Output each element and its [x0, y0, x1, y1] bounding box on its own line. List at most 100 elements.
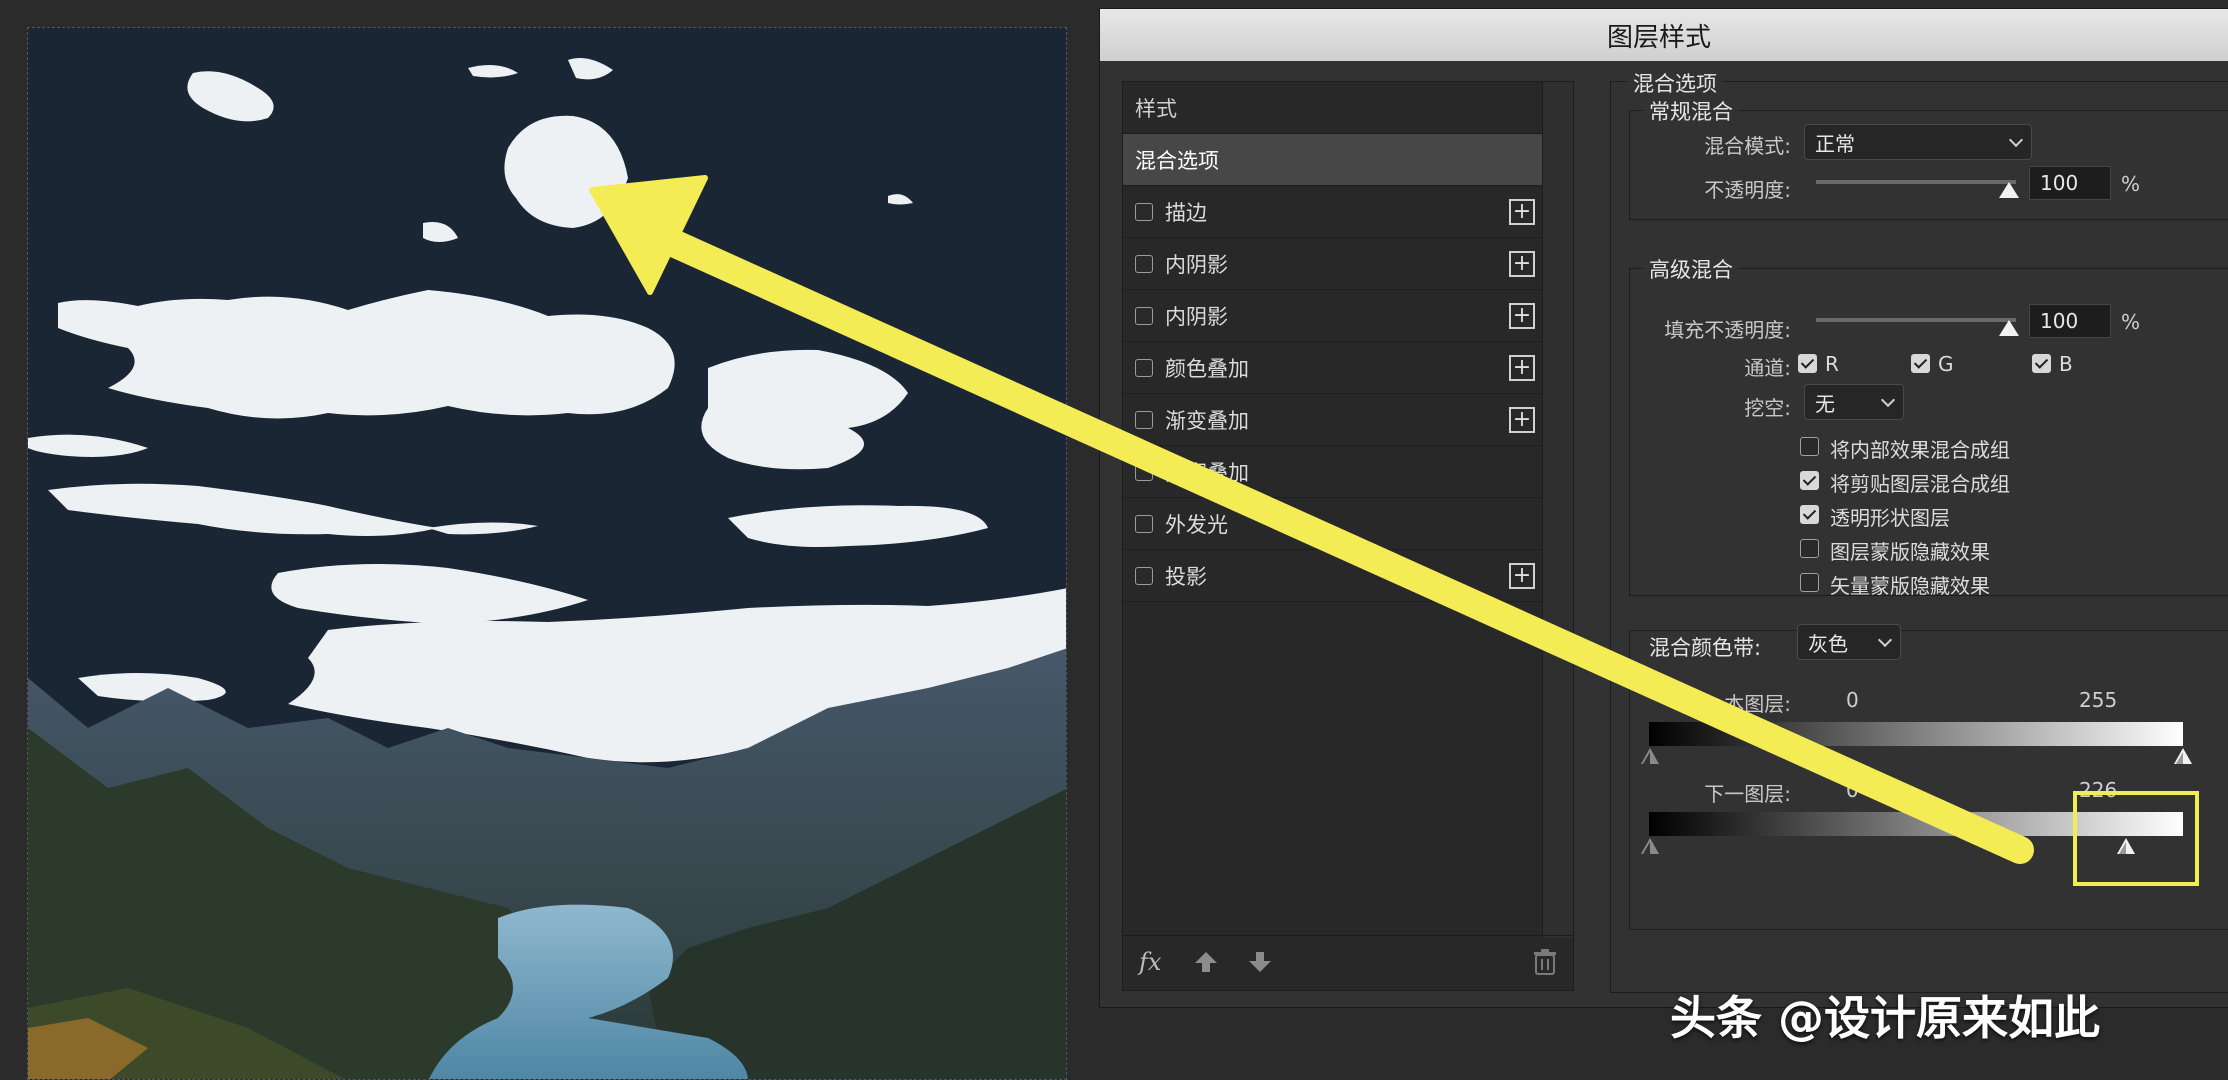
style-item-label: 图案叠加	[1165, 460, 1249, 485]
style-checkbox[interactable]	[1135, 306, 1153, 325]
style-item-blending-options[interactable]: 混合选项	[1123, 134, 1543, 186]
style-item-inner-shadow[interactable]: 内阴影 +	[1123, 238, 1543, 290]
style-checkbox[interactable]	[1135, 254, 1153, 273]
knockout-value: 无	[1815, 391, 1835, 416]
opacity-label: 不透明度:	[1704, 178, 1791, 202]
style-checkbox[interactable]	[1135, 410, 1153, 429]
style-item-label: 内阴影	[1165, 252, 1228, 277]
fill-opacity-input[interactable]: 100	[2029, 304, 2111, 338]
fill-opacity-percent: %	[2121, 310, 2141, 334]
fill-opacity-label: 填充不透明度:	[1664, 318, 1791, 342]
option-label: 将剪贴图层混合成组	[1830, 472, 2010, 496]
chevron-down-icon	[1877, 632, 1893, 648]
style-item-gradient-overlay[interactable]: 渐变叠加 +	[1123, 394, 1543, 446]
chevron-down-icon	[1880, 392, 1896, 408]
blend-if-label: 混合颜色带:	[1643, 632, 1768, 662]
opacity-slider[interactable]	[1816, 180, 2016, 184]
this-layer-label: 本图层:	[1724, 692, 1791, 716]
option-checkbox-blend-interior[interactable]	[1800, 437, 1819, 456]
add-effect-button[interactable]: +	[1509, 199, 1535, 225]
this-layer-gradient[interactable]	[1649, 722, 2183, 746]
option-checkbox-blend-clipped[interactable]	[1800, 471, 1819, 490]
this-layer-white-slider[interactable]	[2174, 748, 2192, 764]
styles-list-panel: 样式 混合选项 描边 + 内阴影 + 内阴影 + 颜色叠加 + 渐变叠加 + 图…	[1122, 81, 1574, 991]
blending-options-title: 混合选项	[1627, 68, 1723, 98]
advanced-blending-title: 高级混合	[1643, 254, 1739, 284]
underlying-layer-label: 下一图层:	[1704, 782, 1791, 806]
underlying-black-slider[interactable]	[1641, 838, 1659, 854]
channel-r-checkbox[interactable]	[1798, 354, 1817, 373]
styles-header[interactable]: 样式	[1123, 82, 1543, 134]
opacity-input[interactable]: 100	[2029, 166, 2111, 200]
add-effect-button[interactable]: +	[1509, 303, 1535, 329]
option-checkbox-transparency-shapes[interactable]	[1800, 505, 1819, 524]
style-item-pattern-overlay[interactable]: 图案叠加	[1123, 446, 1543, 498]
style-item-label: 混合选项	[1135, 148, 1219, 173]
style-item-drop-shadow[interactable]: 投影 +	[1123, 550, 1543, 602]
opacity-percent: %	[2121, 172, 2141, 196]
this-layer-black-slider[interactable]	[1641, 748, 1659, 764]
blend-if-value: 灰色	[1808, 631, 1848, 656]
style-item-color-overlay[interactable]: 颜色叠加 +	[1123, 342, 1543, 394]
layer-style-dialog: 图层样式 样式 混合选项 描边 + 内阴影 + 内阴影 + 颜色叠加 + 渐变叠…	[1099, 8, 2228, 1008]
watermark-text: 头条 @设计原来如此	[1670, 991, 2101, 1045]
trash-icon[interactable]	[1533, 949, 1557, 981]
blend-mode-value: 正常	[1815, 131, 1855, 156]
style-item-label: 外发光	[1165, 512, 1228, 537]
option-checkbox-layer-mask-hides[interactable]	[1800, 539, 1819, 558]
move-down-icon[interactable]	[1247, 950, 1273, 980]
blend-mode-select[interactable]: 正常	[1804, 124, 2032, 160]
option-label: 透明形状图层	[1830, 506, 1950, 530]
style-item-label: 渐变叠加	[1165, 408, 1249, 433]
style-item-label: 内阴影	[1165, 304, 1228, 329]
add-effect-button[interactable]: +	[1509, 563, 1535, 589]
style-item-label: 颜色叠加	[1165, 356, 1249, 381]
channels-label: 通道:	[1744, 356, 1791, 380]
style-item-label: 描边	[1165, 200, 1207, 225]
dialog-title-bar[interactable]: 图层样式	[1100, 9, 2228, 61]
option-label: 矢量蒙版隐藏效果	[1830, 574, 1990, 598]
style-item-inner-shadow-2[interactable]: 内阴影 +	[1123, 290, 1543, 342]
blend-mode-label: 混合模式:	[1704, 134, 1791, 158]
channel-b-label: B	[2059, 352, 2073, 376]
blend-if-select[interactable]: 灰色	[1797, 624, 1901, 660]
fill-opacity-slider[interactable]	[1816, 318, 2016, 322]
styles-header-label: 样式	[1135, 96, 1177, 121]
style-checkbox[interactable]	[1135, 514, 1153, 533]
canvas-photo	[27, 27, 1067, 1080]
style-item-label: 投影	[1165, 564, 1207, 589]
channel-g-label: G	[1938, 352, 1954, 376]
fx-button[interactable]: fx	[1139, 948, 1161, 976]
style-checkbox[interactable]	[1135, 358, 1153, 377]
style-checkbox[interactable]	[1135, 566, 1153, 585]
styles-scrollbar[interactable]	[1542, 82, 1573, 938]
channel-b-checkbox[interactable]	[2032, 354, 2051, 373]
this-layer-max: 255	[2079, 688, 2118, 712]
knockout-select[interactable]: 无	[1804, 384, 1904, 420]
move-up-icon[interactable]	[1193, 950, 1219, 980]
style-item-outer-glow[interactable]: 外发光	[1123, 498, 1543, 550]
add-effect-button[interactable]: +	[1509, 407, 1535, 433]
option-checkbox-vector-mask-hides[interactable]	[1800, 573, 1819, 592]
fill-opacity-slider-thumb[interactable]	[1999, 320, 2019, 336]
underlying-layer-min: 0	[1846, 778, 1859, 802]
chevron-down-icon	[2008, 132, 2024, 148]
style-checkbox[interactable]	[1135, 202, 1153, 221]
general-blending-title: 常规混合	[1643, 96, 1739, 126]
opacity-value: 100	[2040, 171, 2079, 195]
annotation-highlight-box	[2073, 791, 2199, 886]
knockout-label: 挖空:	[1744, 396, 1791, 420]
dialog-title: 图层样式	[1606, 22, 1711, 53]
styles-list: 样式 混合选项 描边 + 内阴影 + 内阴影 + 颜色叠加 + 渐变叠加 + 图…	[1123, 82, 1543, 602]
style-item-stroke[interactable]: 描边 +	[1123, 186, 1543, 238]
this-layer-min: 0	[1846, 688, 1859, 712]
opacity-slider-thumb[interactable]	[1999, 182, 2019, 198]
add-effect-button[interactable]: +	[1509, 251, 1535, 277]
channel-g-checkbox[interactable]	[1911, 354, 1930, 373]
styles-toolbar: fx	[1123, 935, 1573, 990]
option-label: 图层蒙版隐藏效果	[1830, 540, 1990, 564]
option-label: 将内部效果混合成组	[1830, 438, 2010, 462]
add-effect-button[interactable]: +	[1509, 355, 1535, 381]
fill-opacity-value: 100	[2040, 309, 2079, 333]
style-checkbox[interactable]	[1135, 462, 1153, 481]
